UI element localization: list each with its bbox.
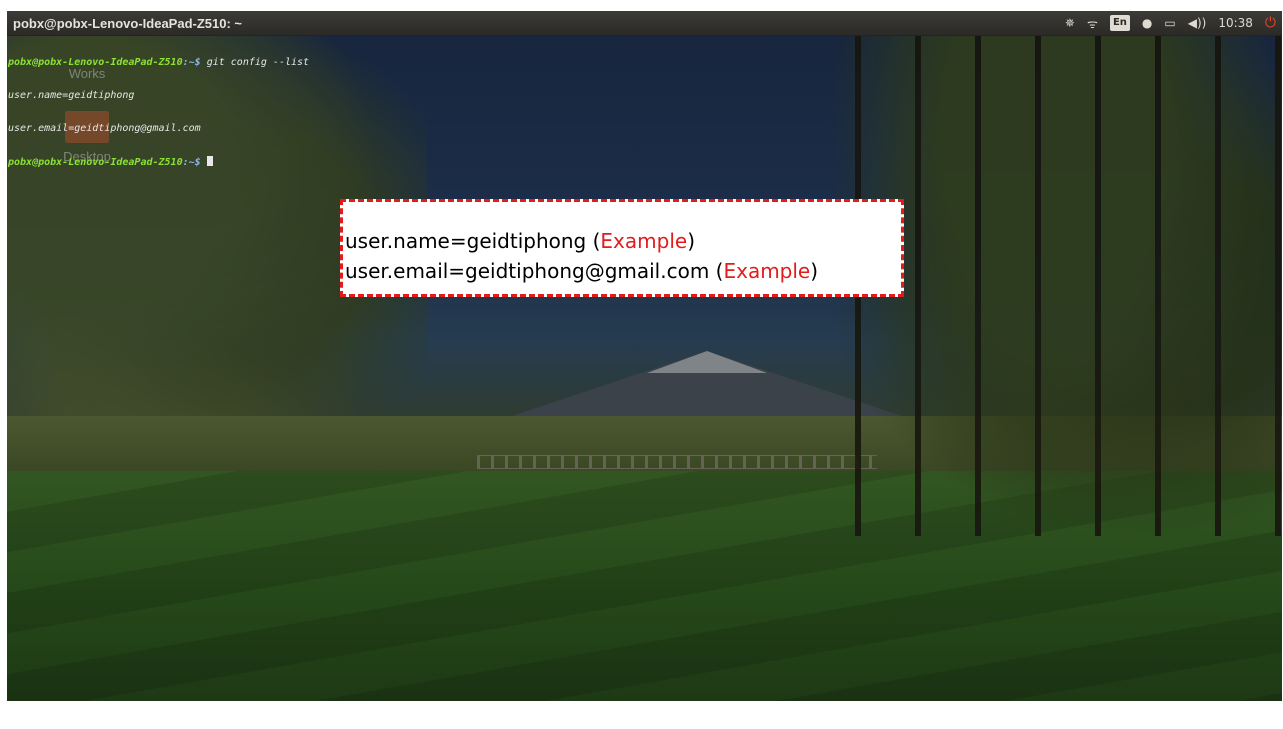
clock[interactable]: 10:38 (1218, 15, 1253, 31)
indicator-area: ✵ ᯤ En ● ▭ ◀)) 10:38 ⏻ (1065, 11, 1282, 35)
terminal-cursor (206, 156, 213, 166)
callout-text: ) (687, 229, 696, 253)
keyboard-layout-indicator[interactable]: En (1109, 15, 1130, 31)
window-title: pobx@pobx-Lenovo-IdeaPad-Z510: ~ (13, 15, 243, 31)
battery-icon[interactable]: ▭ (1164, 15, 1175, 31)
terminal-command: git config --list (200, 57, 310, 68)
callout-text: user.name=geidtiphong ( (345, 229, 601, 253)
top-panel: pobx@pobx-Lenovo-IdeaPad-Z510: ~ ✵ ᯤ En … (7, 11, 1282, 35)
wifi-icon[interactable]: ᯤ (1087, 15, 1098, 31)
callout-text: user.email=geidtiphong@gmail.com ( (345, 259, 724, 283)
terminal-prompt: pobx@pobx-Lenovo-IdeaPad-Z510 (8, 157, 183, 168)
terminal-path: :~$ (182, 57, 201, 68)
callout-line-user-name: user.name=geidtiphong (Example) (343, 226, 901, 256)
terminal-line: user.name=geidtiphong (8, 90, 135, 101)
terminal-line: pobx@pobx-Lenovo-IdeaPad-Z510:~$ (8, 156, 309, 168)
callout-example-tag: Example (600, 229, 688, 253)
terminal-path: :~$ (182, 157, 201, 168)
terminal-line: user.email=geidtiphong@gmail.com (8, 123, 201, 134)
annotation-callout: user.name=geidtiphong (Example) user.ema… (340, 199, 904, 297)
callout-line-user-email: user.email=geidtiphong@gmail.com (Exampl… (343, 256, 901, 286)
callout-example-tag: Example (723, 259, 811, 283)
terminal-prompt: pobx@pobx-Lenovo-IdeaPad-Z510 (8, 57, 183, 68)
network-settings-icon[interactable]: ✵ (1065, 15, 1075, 31)
terminal-output[interactable]: pobx@pobx-Lenovo-IdeaPad-Z510:~$ git con… (8, 35, 309, 190)
volume-icon[interactable]: ◀)) (1188, 15, 1207, 31)
desktop-screen: Works Desktop pobx@pobx-Lenovo-IdeaPad-Z… (7, 11, 1282, 701)
power-icon[interactable]: ⏻ (1265, 15, 1276, 31)
terminal-line: pobx@pobx-Lenovo-IdeaPad-Z510:~$ git con… (8, 57, 309, 68)
callout-text: ) (810, 259, 819, 283)
messaging-icon[interactable]: ● (1142, 15, 1152, 31)
